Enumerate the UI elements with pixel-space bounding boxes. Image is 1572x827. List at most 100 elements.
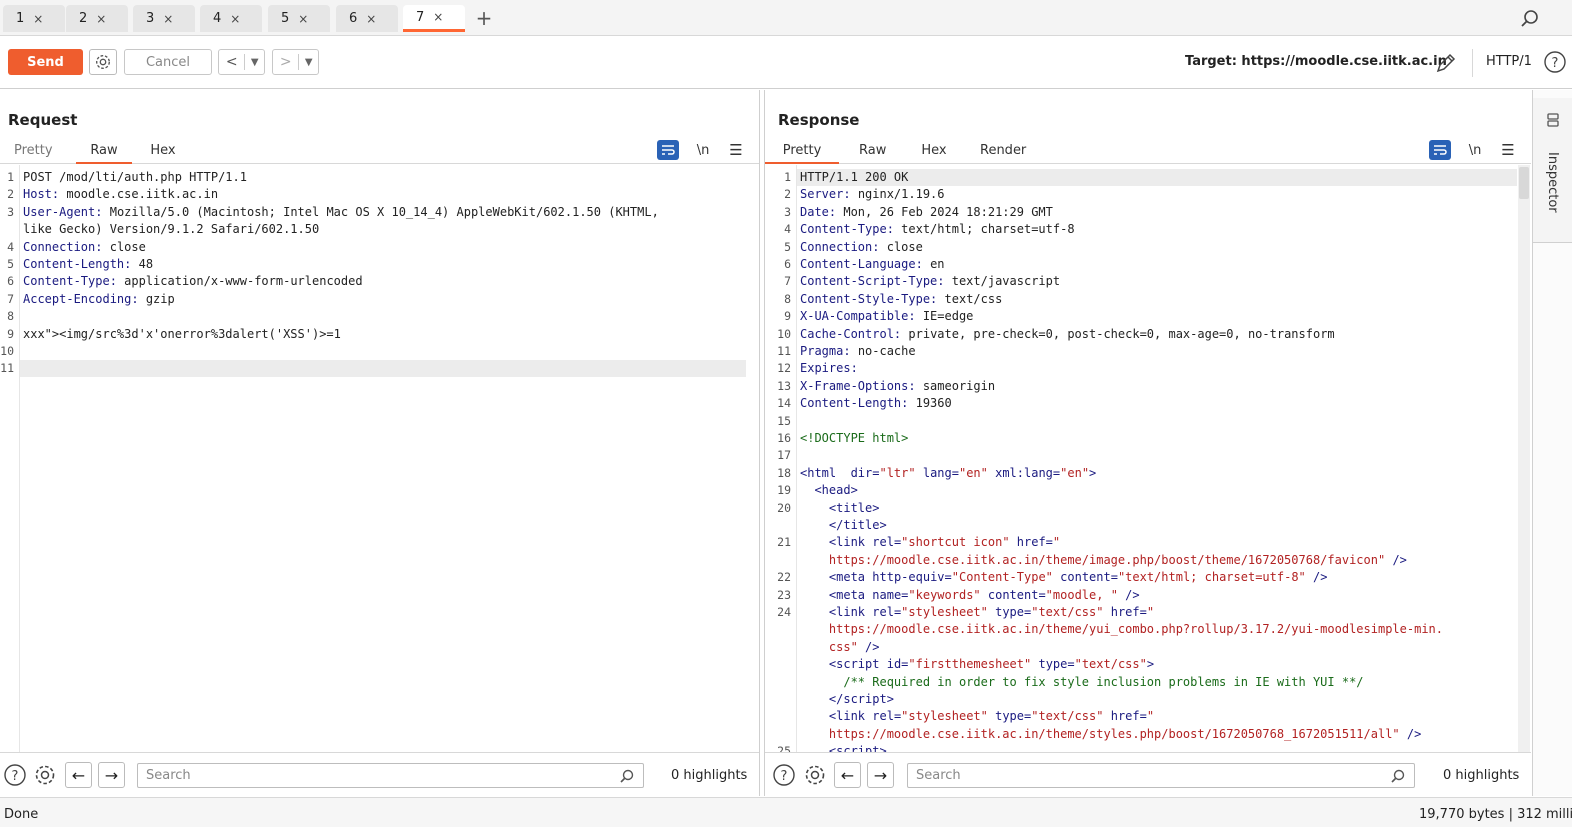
tab-label: 3 [146, 11, 155, 26]
tab-request-raw[interactable]: Raw [76, 137, 132, 164]
newline-toggle-icon[interactable]: \n [693, 143, 713, 158]
tab-4[interactable]: 4 × [200, 5, 262, 32]
chevron-right-icon: > [279, 54, 292, 70]
response-pane: Response Pretty Raw Hex Render \n ☰ 1 HTT… [764, 90, 1531, 796]
request-search-input[interactable] [138, 764, 593, 787]
code-line: <html dir="ltr" lang="en" xml:lang="en"> [800, 465, 1097, 480]
search-icon [620, 769, 634, 783]
tab-request-hex[interactable]: Hex [150, 137, 176, 164]
next-match-button[interactable]: → [867, 762, 894, 788]
code-line: Content-Language: en [800, 257, 945, 271]
response-footer: ? ← → 0 highlights [765, 752, 1531, 796]
code-line: <script> [828, 744, 887, 752]
code-line: <meta http-equiv="Content-Type" content=… [828, 570, 1328, 585]
code-line: like Gecko) Version/9.1.2 Safari/602.1.5… [23, 222, 320, 237]
menu-icon[interactable]: ☰ [1499, 141, 1517, 159]
line-number: 5 [784, 239, 791, 254]
line-number: 10 [777, 326, 791, 341]
code-line: Connection: close [23, 239, 146, 254]
cancel-button[interactable]: Cancel [124, 49, 212, 75]
close-icon[interactable]: × [366, 12, 376, 26]
pencil-icon[interactable] [1434, 51, 1458, 75]
forward-button[interactable]: > ▼ [272, 49, 319, 75]
code-line: <head> [814, 483, 858, 498]
back-button[interactable]: < ▼ [218, 49, 265, 75]
response-editor[interactable]: 1 HTTP/1.1 200 OK 2 Server: nginx/1.19.6 3 Da… [765, 165, 1531, 752]
tab-response-raw[interactable]: Raw [859, 137, 886, 164]
line-number: 10 [0, 344, 14, 358]
tab-label: 4 [213, 11, 222, 26]
tab-bar: 1 × 2 × 3 × 4 × 5 × 6 × 7 × + [0, 0, 1572, 36]
help-icon[interactable]: ? [3, 763, 27, 787]
newline-toggle-icon[interactable]: \n [1465, 143, 1485, 158]
tab-5[interactable]: 5 × [268, 5, 330, 32]
request-editor[interactable]: 1 POST /mod/lti/auth.php HTTP/1.1 2 Host: m… [0, 165, 759, 752]
code-line: Content-Type: application/x-www-form-url… [23, 274, 363, 289]
next-match-button[interactable]: → [98, 762, 125, 788]
close-icon[interactable]: × [298, 12, 308, 26]
code-line: <script id="firstthemesheet" type="text/… [828, 657, 1155, 672]
response-search-input[interactable] [908, 764, 1364, 787]
tab-1[interactable]: 1 × [3, 5, 65, 32]
tab-6[interactable]: 6 × [336, 5, 398, 32]
gear-icon[interactable] [33, 763, 57, 787]
inspector-tab[interactable]: Inspector [1533, 98, 1572, 243]
line-number: 2 [7, 187, 14, 202]
line-number: 3 [7, 204, 14, 219]
close-icon[interactable]: × [163, 12, 173, 26]
tab-3[interactable]: 3 × [133, 5, 195, 32]
response-title: Response [778, 111, 860, 129]
gear-icon [96, 55, 110, 69]
menu-icon[interactable]: ☰ [727, 141, 745, 159]
line-number: 5 [7, 257, 14, 271]
code-line: X-UA-Compatible: IE=edge [800, 309, 974, 324]
http-version[interactable]: HTTP/1 [1486, 54, 1532, 69]
word-wrap-button[interactable] [1429, 140, 1451, 160]
code-line: xxx"><img/src%3d'x'onerror%3dalert('XSS'… [23, 326, 341, 341]
scrollbar-thumb[interactable] [1519, 167, 1529, 199]
code-line: Cache-Control: private, pre-check=0, pos… [800, 326, 1335, 341]
current-line-highlight [20, 360, 746, 378]
line-number: 14 [777, 396, 791, 411]
close-icon[interactable]: × [230, 12, 240, 26]
add-tab-button[interactable]: + [474, 6, 494, 30]
code-line: </script> [828, 692, 894, 706]
response-scrollbar[interactable] [1518, 165, 1530, 752]
word-wrap-button[interactable] [657, 140, 679, 160]
response-highlights: 0 highlights [1443, 768, 1520, 783]
tab-7[interactable]: 7 × [403, 5, 465, 32]
previous-match-button[interactable]: ← [65, 762, 92, 788]
search-icon[interactable] [1520, 9, 1540, 29]
help-icon[interactable]: ? [1543, 50, 1567, 74]
close-icon[interactable]: × [433, 10, 443, 24]
help-icon[interactable]: ? [772, 763, 796, 787]
line-number: 20 [777, 500, 791, 515]
tab-request-pretty[interactable]: Pretty [14, 137, 53, 164]
send-button[interactable]: Send [8, 49, 83, 75]
tab-label: 6 [349, 11, 358, 26]
code-line: POST /mod/lti/auth.php HTTP/1.1 [23, 170, 247, 184]
settings-button[interactable] [89, 49, 117, 75]
line-number: 18 [777, 465, 791, 480]
code-line: Host: moodle.cse.iitk.ac.in [23, 187, 219, 202]
line-number: 8 [7, 309, 14, 324]
line-number: 7 [784, 274, 791, 289]
code-line: <link rel="shortcut icon" href=" [828, 535, 1061, 550]
line-number: 21 [777, 535, 791, 550]
target-label: Target: https://moodle.cse.iitk.ac.in [1185, 54, 1447, 69]
chevron-down-icon[interactable]: ▼ [299, 57, 318, 68]
close-icon[interactable]: × [96, 12, 106, 26]
status-bar: Done 19,770 bytes | 312 millis [0, 797, 1572, 827]
previous-match-button[interactable]: ← [834, 762, 861, 788]
chevron-down-icon[interactable]: ▼ [245, 57, 264, 68]
close-icon[interactable]: × [33, 12, 43, 26]
tab-2[interactable]: 2 × [66, 5, 128, 32]
code-line: Content-Style-Type: text/css [800, 291, 1003, 306]
tab-response-pretty[interactable]: Pretty [765, 137, 839, 164]
code-line: https://moodle.cse.iitk.ac.in/theme/imag… [828, 552, 1407, 567]
gear-icon[interactable] [803, 763, 827, 787]
tab-response-hex[interactable]: Hex [921, 137, 947, 164]
code-line: /** Required in order to fix style inclu… [843, 674, 1364, 689]
tab-response-render[interactable]: Render [980, 137, 1026, 164]
code-line: <!DOCTYPE html> [800, 431, 909, 445]
